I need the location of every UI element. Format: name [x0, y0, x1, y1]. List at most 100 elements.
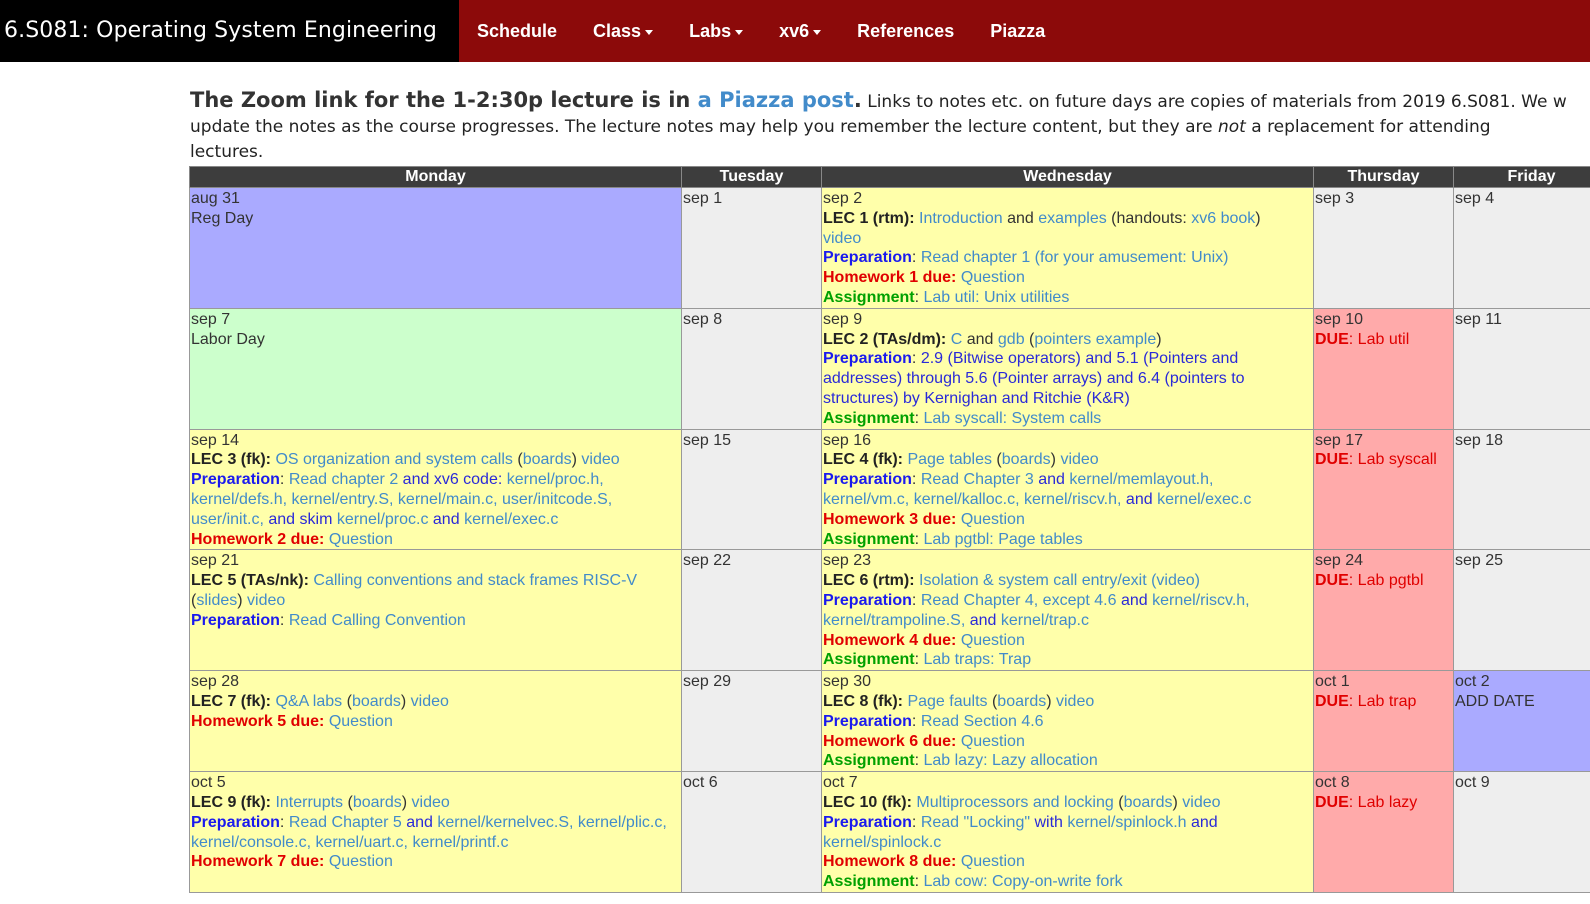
lecture-topic-link[interactable]: C [951, 331, 963, 348]
question-link[interactable]: Question [329, 853, 393, 870]
lab-link[interactable]: Lab pgtbl: Page tables [923, 531, 1082, 548]
video-link[interactable]: video [581, 451, 619, 468]
boards-link[interactable]: boards [523, 451, 572, 468]
video-link[interactable]: video [247, 592, 285, 609]
boards-link[interactable]: boards [1002, 451, 1051, 468]
video-link[interactable]: video [1056, 693, 1094, 710]
piazza-post-link[interactable]: a Piazza post [698, 88, 854, 112]
lecture-topic-link[interactable]: OS organization and system calls [275, 451, 512, 468]
lecture-topic-link[interactable]: Isolation & system call entry/exit (vide… [919, 572, 1200, 589]
video-link[interactable]: video [1060, 451, 1098, 468]
lab-link[interactable]: Lab util: Unix utilities [923, 289, 1069, 306]
boards-link[interactable]: boards [997, 693, 1046, 710]
homework-label: Homework 7 due: [191, 853, 325, 871]
nav-item-piazza[interactable]: Piazza [972, 0, 1063, 62]
boards-link[interactable]: boards [352, 693, 401, 710]
due-text: Lab syscall [1357, 451, 1437, 469]
assignment-line: Assignment: Lab syscall: System calls [823, 409, 1102, 427]
nav-item-labs[interactable]: Labs [671, 0, 761, 62]
site-brand[interactable]: 6.S081: Operating System Engineering [0, 0, 459, 62]
prep-link[interactable]: Read Section 4.6 [921, 713, 1044, 730]
prep-link[interactable]: Read Calling Convention [289, 612, 466, 629]
lecture-topic-link[interactable]: Multiprocessors and locking [916, 794, 1113, 811]
lecture-topic-link[interactable]: Page tables [907, 451, 992, 468]
question-link[interactable]: Question [961, 733, 1025, 750]
slides-link[interactable]: slides [196, 592, 237, 609]
code-link[interactable]: kernel/kernelvec.S, kernel/plic.c, [437, 814, 666, 831]
day-date: sep 21 [191, 552, 240, 570]
boards-link[interactable]: boards [1124, 794, 1173, 811]
day-cell: sep 11 [1453, 307, 1590, 430]
prep-link[interactable]: Read "Locking" [921, 814, 1030, 831]
lecture-topic-link[interactable]: Page faults [907, 693, 987, 710]
code-link[interactable]: user/init.c, [191, 511, 264, 528]
question-link[interactable]: Question [961, 853, 1025, 870]
lecture-label: LEC 10 (fk): [823, 793, 912, 811]
lecture-topic-link[interactable]: Introduction [919, 210, 1003, 227]
lab-link[interactable]: Lab syscall: System calls [923, 410, 1101, 427]
lecture-topic-link[interactable]: Q&A labs [275, 693, 342, 710]
code-link[interactable]: kernel/spinlock.h [1067, 814, 1186, 831]
code-link[interactable]: kernel/trampoline.S, [823, 612, 965, 629]
lecture-label: LEC 8 (fk): [823, 692, 903, 710]
question-link[interactable]: Question [961, 632, 1025, 649]
examples-link[interactable]: examples [1038, 210, 1106, 227]
video-link[interactable]: video [412, 794, 450, 811]
video-link[interactable]: video [1182, 794, 1220, 811]
day-date: sep 29 [683, 673, 732, 691]
day-cell: sep 10 DUE: Lab util [1313, 307, 1454, 430]
nav-item-class[interactable]: Class [575, 0, 671, 62]
code-link[interactable]: kernel/spinlock.c [823, 834, 941, 851]
question-link[interactable]: Question [329, 713, 393, 730]
prep-link[interactable]: Read Chapter 3 [921, 471, 1034, 488]
code-link[interactable]: kernel/trap.c [1001, 612, 1089, 629]
prep-text: and [1125, 490, 1153, 508]
video-link[interactable]: video [411, 693, 449, 710]
day-cell: sep 22 [681, 549, 822, 672]
intro-emphasis: not [1218, 117, 1246, 137]
prep-link[interactable]: Read Chapter 4, except 4.6 [921, 592, 1117, 609]
day-date: sep 8 [683, 310, 723, 328]
code-link[interactable]: kernel/proc.h, [507, 471, 604, 488]
day-date: oct 6 [683, 774, 718, 792]
pointers-example-link[interactable]: pointers example [1034, 331, 1156, 348]
due-label: DUE [1315, 793, 1349, 811]
code-link[interactable]: kernel/riscv.h, [1152, 592, 1250, 609]
code-link[interactable]: kernel/memlayout.h, [1069, 471, 1213, 488]
prep-link[interactable]: Read Chapter 5 [289, 814, 402, 831]
day-date: sep 7 [191, 310, 231, 328]
prep-link[interactable]: Read chapter 2 [289, 471, 398, 488]
code-link[interactable]: kernel/exec.c [464, 511, 558, 528]
code-link[interactable]: kernel/vm.c, kernel/kalloc.c, kernel/ris… [823, 491, 1121, 508]
handouts-text: (handouts: [1111, 209, 1187, 227]
day-cell: sep 7 Labor Day [189, 307, 682, 430]
gdb-link[interactable]: gdb [998, 331, 1025, 348]
question-link[interactable]: Question [961, 511, 1025, 528]
assignment-label: Assignment [823, 288, 915, 306]
due-label: DUE [1315, 330, 1349, 348]
lab-link[interactable]: Lab lazy: Lazy allocation [923, 752, 1097, 769]
prep-label: Preparation [823, 591, 912, 609]
nav-item-xv6[interactable]: xv6 [761, 0, 839, 62]
day-date: sep 9 [823, 310, 863, 328]
prep-link[interactable]: Read chapter 1 (for your amusement: Unix… [921, 249, 1229, 266]
xv6-book-link[interactable]: xv6 book [1191, 210, 1255, 227]
question-link[interactable]: Question [329, 531, 393, 548]
nav-item-references[interactable]: References [839, 0, 972, 62]
nav-label: Piazza [990, 21, 1046, 41]
question-link[interactable]: Question [961, 269, 1025, 286]
code-link[interactable]: kernel/defs.h, kernel/entry.S, kernel/ma… [191, 491, 612, 508]
lab-link[interactable]: Lab traps: Trap [923, 651, 1031, 668]
boards-link[interactable]: boards [353, 794, 402, 811]
day-date: oct 5 [191, 774, 226, 792]
video-link[interactable]: video [823, 230, 861, 247]
lecture-topic-link[interactable]: Interrupts [275, 794, 343, 811]
day-cell: sep 4 [1453, 187, 1590, 309]
nav-item-schedule[interactable]: Schedule [459, 0, 575, 62]
code-link[interactable]: kernel/proc.c [337, 511, 429, 528]
code-link[interactable]: kernel/exec.c [1157, 491, 1251, 508]
code-link[interactable]: kernel/console.c, kernel/uart.c, kernel/… [191, 834, 508, 851]
lecture-topic-link[interactable]: Calling conventions and stack frames RIS… [313, 572, 637, 589]
day-date: sep 11 [1455, 310, 1502, 328]
lab-link[interactable]: Lab cow: Copy-on-write fork [923, 873, 1122, 890]
